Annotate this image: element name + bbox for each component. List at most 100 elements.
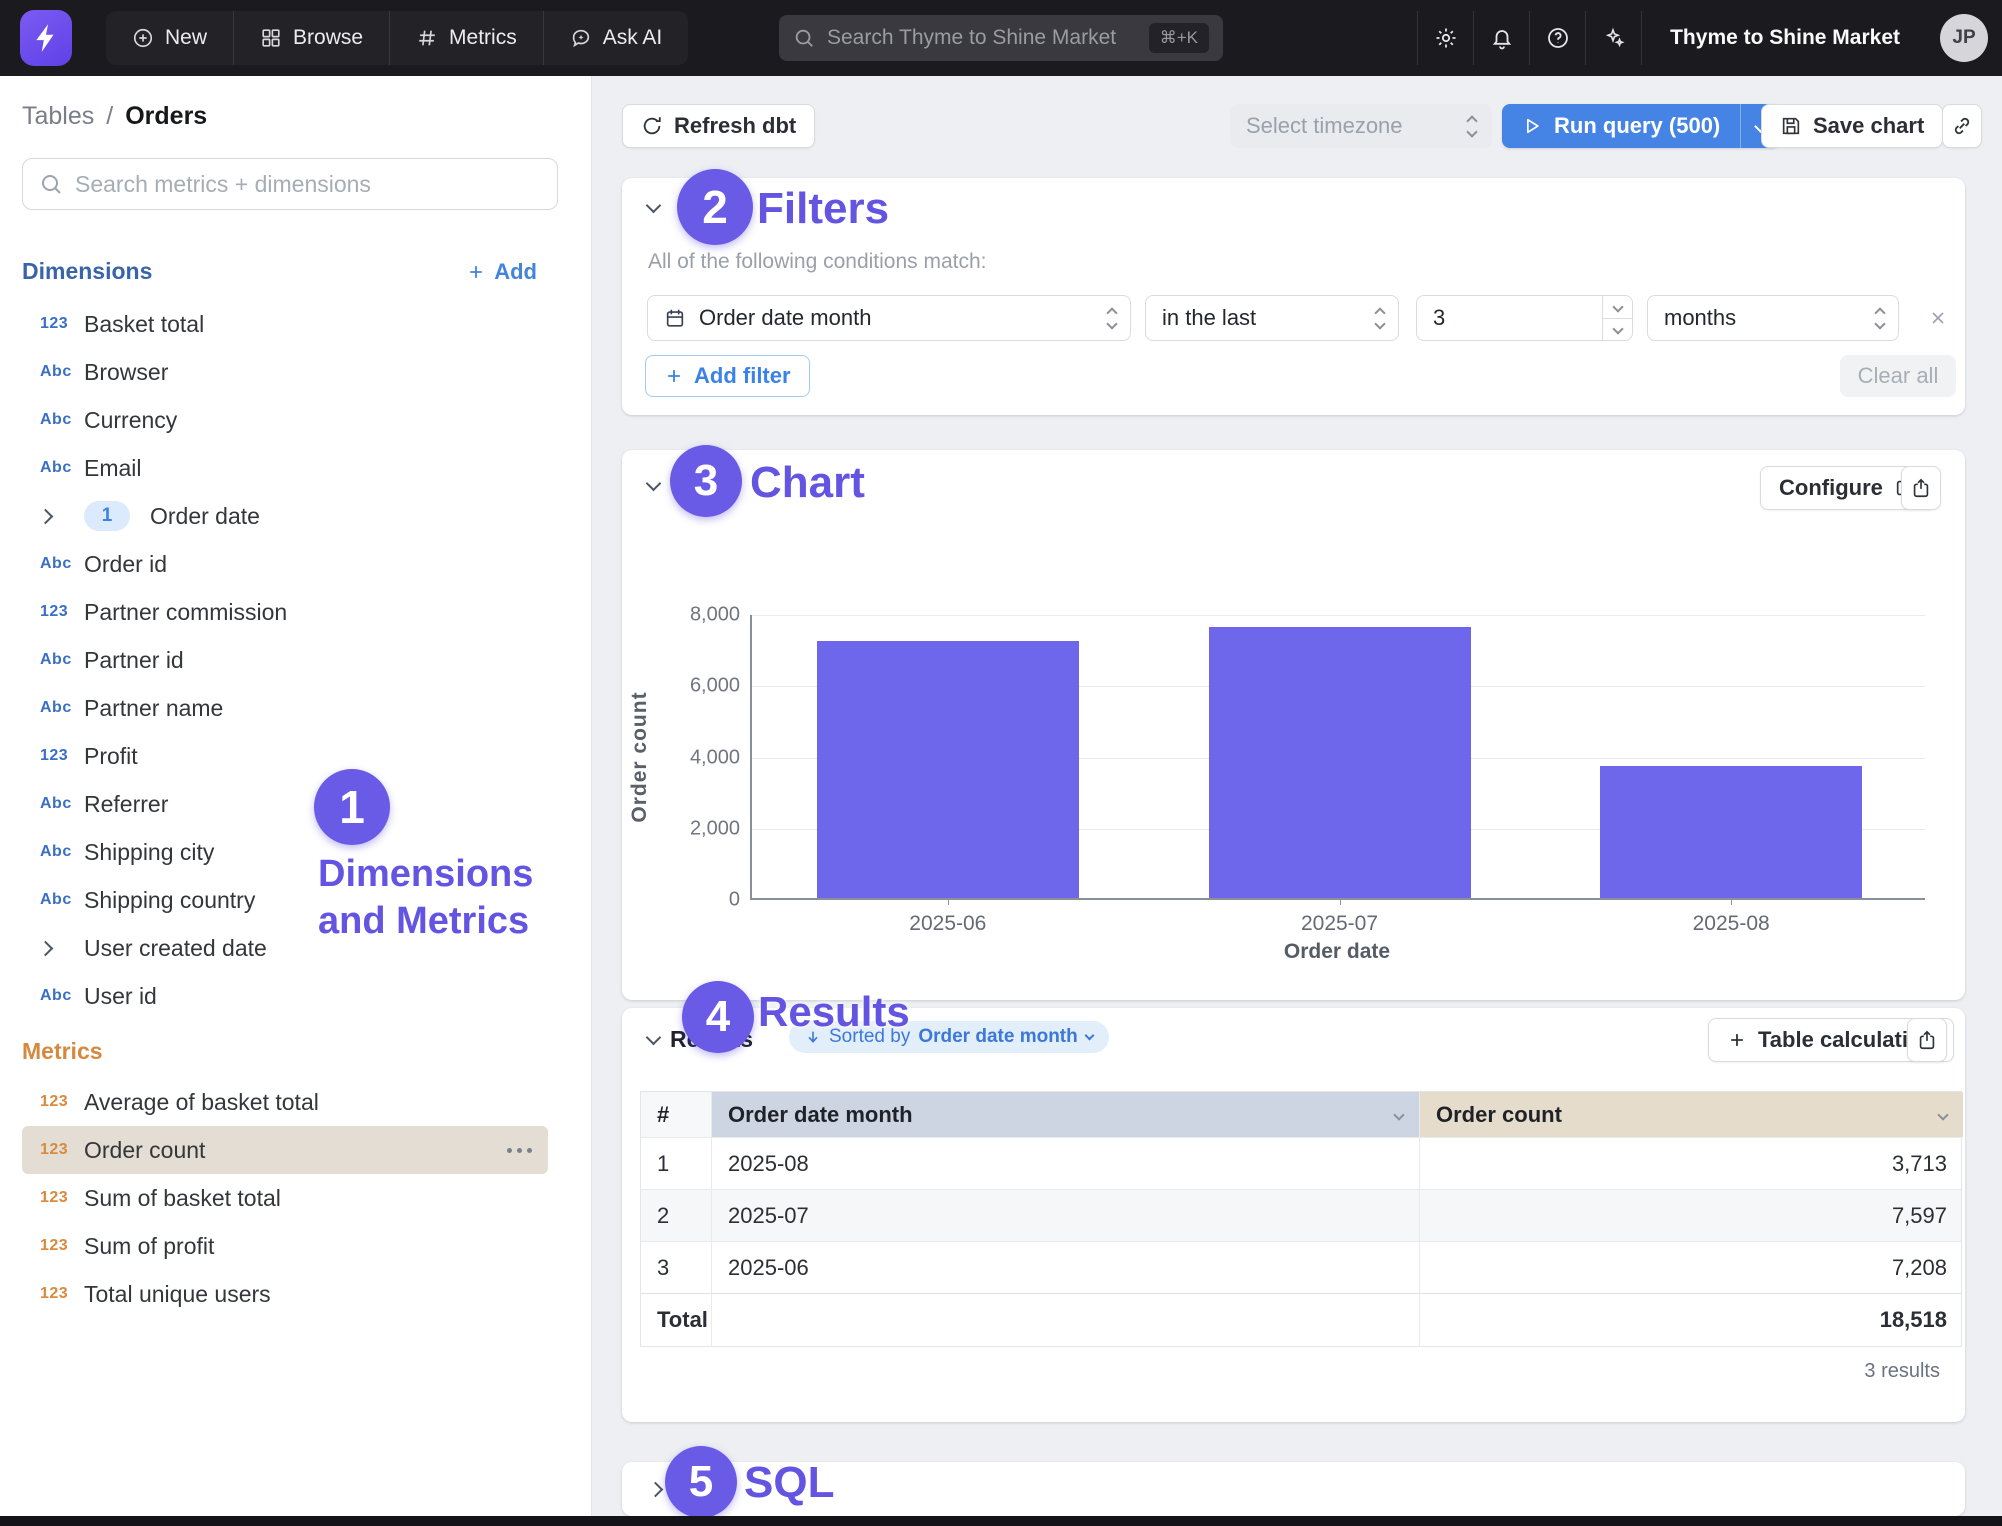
nav-new-button[interactable]: New <box>106 11 233 65</box>
timezone-select[interactable]: Select timezone <box>1230 104 1492 148</box>
bar-2025-06[interactable] <box>817 641 1079 898</box>
run-query-button[interactable]: Run query (500) <box>1502 104 1780 148</box>
sidebar-item-total-unique-users[interactable]: 123Total unique users <box>22 1270 548 1318</box>
global-search-input[interactable] <box>827 26 1137 50</box>
fields-search[interactable] <box>22 158 558 210</box>
string-type-icon: Abc <box>40 363 72 381</box>
play-icon <box>1522 116 1542 136</box>
refresh-dbt-button[interactable]: Refresh dbt <box>622 104 815 148</box>
annotation-circle-4: 4 <box>682 981 754 1053</box>
sidebar-item-label: Partner commission <box>84 599 287 626</box>
filter-value: 3 <box>1433 305 1445 331</box>
sidebar-item-partner-name[interactable]: Abc Partner name <box>22 684 548 732</box>
remove-filter-button[interactable] <box>1918 295 1958 341</box>
sidebar-item-label: Partner name <box>84 695 223 722</box>
filter-operator-select[interactable]: in the last <box>1145 295 1399 341</box>
sidebar-item-label: Partner id <box>84 647 184 674</box>
bar-2025-08[interactable] <box>1600 766 1862 898</box>
sidebar-item-label: Shipping city <box>84 839 214 866</box>
sidebar-item-referrer[interactable]: AbcReferrer <box>22 780 548 828</box>
chevron-right-icon[interactable] <box>38 508 54 524</box>
fields-search-input[interactable] <box>75 171 541 198</box>
sidebar-item-order-date[interactable]: 1Order date <box>22 492 548 540</box>
sidebar-item-label: Profit <box>84 743 138 770</box>
chevron-down-icon[interactable] <box>1393 1109 1404 1120</box>
table-row[interactable]: 32025-067,208 <box>641 1241 1961 1293</box>
sidebar-item-email[interactable]: AbcEmail <box>22 444 548 492</box>
chevron-down-icon[interactable] <box>1937 1109 1948 1120</box>
ai-assistant-button[interactable] <box>1585 11 1641 65</box>
number-type-icon: 123 <box>40 1189 68 1207</box>
table-cell: 3 <box>641 1242 711 1293</box>
expand-sql-icon[interactable] <box>648 1482 664 1498</box>
nav-ask-ai-button[interactable]: Ask AI <box>543 11 689 65</box>
help-button[interactable] <box>1529 11 1585 65</box>
stepper-down-icon[interactable] <box>1612 324 1623 335</box>
org-switcher[interactable]: Thyme to Shine Market <box>1641 11 1928 65</box>
sidebar-item-order-id[interactable]: AbcOrder id <box>22 540 548 588</box>
global-search[interactable]: ⌘+K <box>779 15 1223 61</box>
column-header-order-date-month[interactable]: Order date month <box>711 1092 1419 1137</box>
nav-ask-ai-label: Ask AI <box>603 26 663 50</box>
string-type-icon: Abc <box>40 651 72 669</box>
table-cell: 7,208 <box>1419 1242 1963 1293</box>
collapse-filters-icon[interactable] <box>646 198 662 214</box>
sidebar-item-basket-total[interactable]: 123Basket total <box>22 300 548 348</box>
share-link-button[interactable] <box>1942 104 1982 148</box>
user-avatar[interactable]: JP <box>1940 14 1988 62</box>
run-query-main[interactable]: Run query (500) <box>1502 104 1740 148</box>
nav-browse-label: Browse <box>293 26 363 50</box>
collapse-chart-icon[interactable] <box>646 476 662 492</box>
stepper-up-icon[interactable] <box>1612 301 1623 312</box>
chevron-down-icon <box>1084 1031 1094 1041</box>
results-table[interactable]: #Order date monthOrder count12025-083,71… <box>640 1091 1962 1347</box>
column-header-order-count[interactable]: Order count <box>1419 1092 1963 1137</box>
more-options-icon[interactable] <box>507 1148 532 1153</box>
sidebar-item-profit[interactable]: 123Profit <box>22 732 548 780</box>
add-dimension-button[interactable]: Add <box>466 259 537 285</box>
bar-2025-07[interactable] <box>1209 627 1471 898</box>
chart-plot-area[interactable]: 02,0004,0006,0008,0002025-062025-072025-… <box>750 615 1925 900</box>
clear-all-filters-button[interactable]: Clear all <box>1840 355 1956 397</box>
sidebar-item-order-count[interactable]: 123Order count <box>22 1126 548 1174</box>
number-stepper[interactable] <box>1602 296 1632 340</box>
breadcrumb-tables-link[interactable]: Tables <box>22 102 94 131</box>
add-filter-button[interactable]: Add filter <box>645 355 810 397</box>
filter-unit-select[interactable]: months <box>1647 295 1899 341</box>
calendar-icon <box>664 307 686 329</box>
filter-field-select[interactable]: Order date month <box>647 295 1131 341</box>
sidebar-item-browser[interactable]: AbcBrowser <box>22 348 548 396</box>
breadcrumb: Tables / Orders <box>22 102 207 131</box>
x-tick-mark <box>1731 898 1732 905</box>
string-type-icon: Abc <box>40 699 72 717</box>
sidebar-item-sum-of-basket-total[interactable]: 123Sum of basket total <box>22 1174 548 1222</box>
collapse-results-icon[interactable] <box>646 1030 662 1046</box>
export-chart-button[interactable] <box>1901 466 1941 510</box>
topbar-right-group: Thyme to Shine Market JP <box>1417 11 1988 65</box>
sidebar-item-partner-commission[interactable]: 123Partner commission <box>22 588 548 636</box>
chevron-right-icon[interactable] <box>38 940 54 956</box>
sidebar-item-currency[interactable]: AbcCurrency <box>22 396 548 444</box>
filter-value-input[interactable]: 3 <box>1416 295 1633 341</box>
sidebar-item-partner-id[interactable]: Abc Partner id <box>22 636 548 684</box>
table-row[interactable]: 12025-083,713 <box>641 1137 1961 1189</box>
plus-circle-icon <box>132 27 154 49</box>
save-chart-label: Save chart <box>1813 113 1924 139</box>
sidebar-item-sum-of-profit[interactable]: 123Sum of profit <box>22 1222 548 1270</box>
refresh-dbt-label: Refresh dbt <box>674 113 796 139</box>
settings-button[interactable] <box>1417 11 1473 65</box>
nav-metrics-button[interactable]: Metrics <box>389 11 543 65</box>
export-results-button[interactable] <box>1907 1018 1947 1062</box>
metrics-header: Metrics <box>22 1038 537 1065</box>
gear-icon <box>1434 26 1458 50</box>
sidebar-item-average-of-basket-total[interactable]: 123Average of basket total <box>22 1078 548 1126</box>
metrics-title: Metrics <box>22 1038 103 1065</box>
results-count: 3 results <box>1864 1360 1940 1383</box>
nav-browse-button[interactable]: Browse <box>233 11 389 65</box>
table-row[interactable]: 22025-077,597 <box>641 1189 1961 1241</box>
save-chart-button[interactable]: Save chart <box>1761 104 1943 148</box>
sidebar-item-user-id[interactable]: AbcUser id <box>22 972 548 1020</box>
total-value: 18,518 <box>1419 1294 1963 1346</box>
app-logo[interactable] <box>20 10 72 66</box>
notifications-button[interactable] <box>1473 11 1529 65</box>
